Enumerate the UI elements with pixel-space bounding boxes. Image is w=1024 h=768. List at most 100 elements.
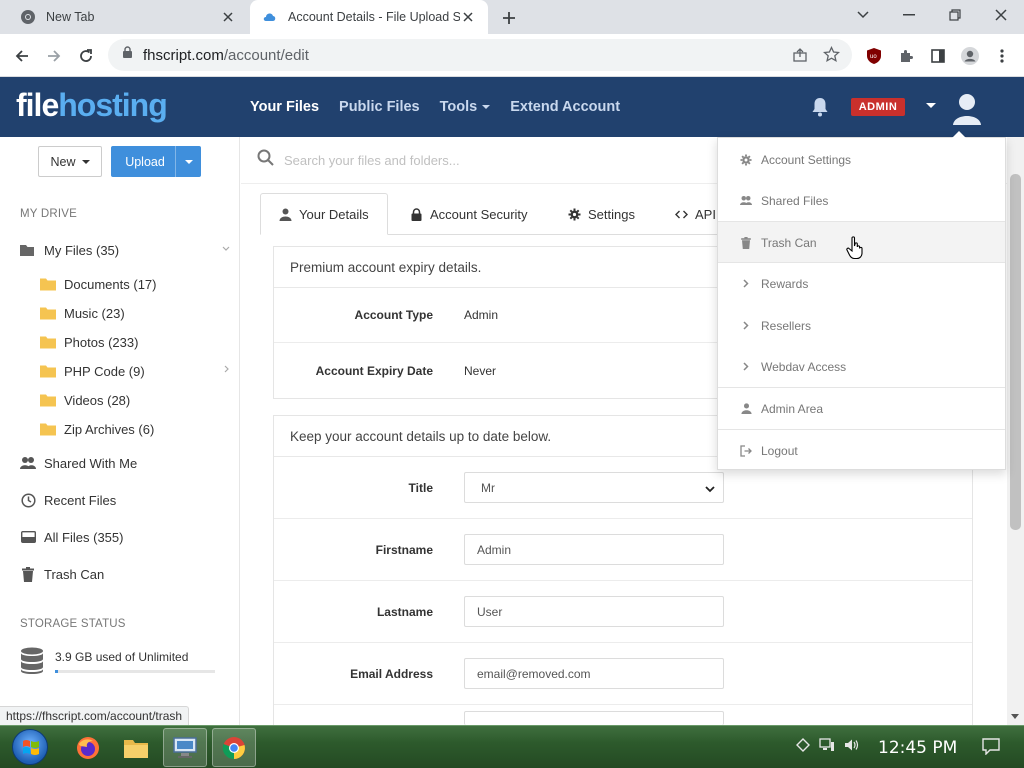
bell-icon[interactable]: [808, 95, 832, 119]
lastname-label: Lastname: [376, 604, 433, 619]
volume-icon[interactable]: [844, 738, 860, 757]
remote-desktop-icon[interactable]: [163, 728, 207, 767]
sidebar-item-shared-with-me[interactable]: Shared With Me: [20, 452, 230, 474]
folder-item[interactable]: Photos (233): [40, 331, 230, 353]
close-tab-icon[interactable]: [220, 9, 236, 25]
profile-icon[interactable]: [956, 42, 984, 70]
form-row: Email Address email@removed.com: [274, 643, 972, 705]
email-field[interactable]: email@removed.com: [464, 658, 724, 689]
nav-tools-label: Tools: [439, 99, 478, 115]
form-row: Lastname User: [274, 581, 972, 643]
tab-your-details[interactable]: Your Details: [260, 193, 388, 235]
tab-search-icon[interactable]: [840, 0, 886, 30]
next-field[interactable]: [464, 711, 724, 725]
tab-account-security[interactable]: Account Security: [392, 193, 546, 235]
share-icon[interactable]: [792, 47, 808, 68]
folder-icon: [40, 278, 56, 291]
close-tab-icon[interactable]: [460, 9, 476, 25]
file-explorer-icon[interactable]: [114, 728, 158, 767]
new-tab-icon[interactable]: [498, 7, 520, 29]
tab-label: Your Details: [299, 206, 369, 222]
upload-button[interactable]: Upload: [111, 146, 201, 177]
title-label: Title: [408, 480, 433, 495]
folder-label: Photos (233): [64, 334, 139, 350]
address-bar-row: fhscript.com/account/edit uo: [0, 34, 1024, 77]
trash-icon: [20, 566, 36, 582]
upload-dropdown-toggle[interactable]: [175, 146, 201, 177]
taskbar-clock[interactable]: 12:45 PM: [878, 726, 957, 768]
bookmark-star-icon[interactable]: [822, 45, 841, 68]
side-panel-icon[interactable]: [924, 42, 952, 70]
network-icon[interactable]: [819, 738, 835, 757]
chevron-right-icon[interactable]: [224, 364, 230, 376]
minimize-icon[interactable]: [886, 0, 932, 30]
tab-new-tab[interactable]: New Tab: [8, 0, 248, 34]
folder-item[interactable]: PHP Code (9): [40, 360, 230, 382]
folder-item[interactable]: Videos (28): [40, 389, 230, 411]
search-input[interactable]: Search your files and folders...: [284, 153, 460, 168]
url-host: fhscript.com: [143, 46, 224, 64]
sidebar-item-all-files[interactable]: All Files (355): [20, 526, 230, 548]
tab-account-details[interactable]: Account Details - File Upload Script: [250, 0, 488, 34]
tab-title: Account Details - File Upload Script: [288, 10, 460, 24]
hand-cursor-icon: [846, 236, 864, 260]
back-icon[interactable]: [8, 42, 36, 70]
close-window-icon[interactable]: [978, 0, 1024, 30]
folder-item[interactable]: Zip Archives (6): [40, 418, 230, 440]
user-avatar-icon[interactable]: [950, 91, 984, 129]
menu-item-label: Rewards: [761, 276, 809, 291]
menu-item-shared-files[interactable]: Shared Files: [718, 180, 1005, 221]
folder-item[interactable]: Documents (17): [40, 273, 230, 295]
folder-item[interactable]: Music (23): [40, 302, 230, 324]
menu-item-webdav-access[interactable]: Webdav Access: [718, 346, 1005, 387]
firstname-field[interactable]: Admin: [464, 534, 724, 565]
ublock-icon[interactable]: uo: [860, 42, 888, 70]
action-center-icon[interactable]: [982, 738, 1000, 760]
site-logo[interactable]: filehosting: [16, 87, 168, 124]
menu-item-resellers[interactable]: Resellers: [718, 305, 1005, 346]
clock-icon: [20, 492, 36, 508]
menu-item-admin-area[interactable]: Admin Area: [718, 388, 1005, 429]
svg-text:uo: uo: [870, 54, 877, 60]
nav-tools[interactable]: Tools: [440, 99, 491, 115]
scroll-down-arrow-icon[interactable]: [1011, 714, 1019, 719]
tray-network-diamond-icon[interactable]: [796, 738, 810, 757]
firefox-icon[interactable]: [66, 728, 110, 767]
folder-open-icon: [20, 242, 36, 258]
menu-item-account-settings[interactable]: Account Settings: [718, 139, 1005, 180]
start-button[interactable]: [12, 729, 48, 765]
menu-item-logout[interactable]: Logout: [718, 430, 1005, 471]
users-icon: [20, 455, 36, 471]
forward-icon[interactable]: [40, 42, 68, 70]
windows-logo-icon: [23, 740, 39, 755]
users-icon: [740, 195, 752, 207]
chevron-down-icon: [184, 159, 193, 164]
new-button-label: New: [50, 154, 76, 169]
extensions-puzzle-icon[interactable]: [892, 42, 920, 70]
user-menu-caret-icon[interactable]: [926, 103, 936, 108]
scrollbar-thumb[interactable]: [1010, 174, 1021, 530]
sidebar-item-my-files[interactable]: My Files (35): [20, 239, 230, 261]
chrome-taskbar-icon[interactable]: [212, 728, 256, 767]
menu-item-rewards[interactable]: Rewards: [718, 263, 1005, 304]
browser-menu-icon[interactable]: [988, 42, 1016, 70]
lastname-field[interactable]: User: [464, 596, 724, 627]
restore-icon[interactable]: [932, 0, 978, 30]
sidebar-item-trash-can[interactable]: Trash Can: [20, 563, 230, 585]
url-field[interactable]: fhscript.com/account/edit: [108, 39, 852, 71]
account-type-label: Account Type: [354, 308, 433, 322]
status-bar-url: https://fhscript.com/account/trash: [0, 706, 190, 725]
page-scrollbar[interactable]: [1007, 137, 1024, 725]
nav-your-files[interactable]: Your Files: [250, 99, 319, 115]
title-select[interactable]: Mr: [464, 472, 724, 503]
nav-public-files[interactable]: Public Files: [339, 99, 420, 115]
sidebar-item-recent-files[interactable]: Recent Files: [20, 489, 230, 511]
new-button[interactable]: New: [38, 146, 102, 177]
admin-badge[interactable]: ADMIN: [851, 98, 905, 116]
reload-icon[interactable]: [72, 42, 100, 70]
storage-usage-text: 3.9 GB used of Unlimited: [55, 650, 189, 664]
account-expiry-label: Account Expiry Date: [315, 363, 433, 378]
nav-extend-account[interactable]: Extend Account: [510, 99, 620, 115]
tab-settings[interactable]: Settings: [550, 193, 653, 235]
chevron-down-icon[interactable]: [222, 243, 230, 255]
